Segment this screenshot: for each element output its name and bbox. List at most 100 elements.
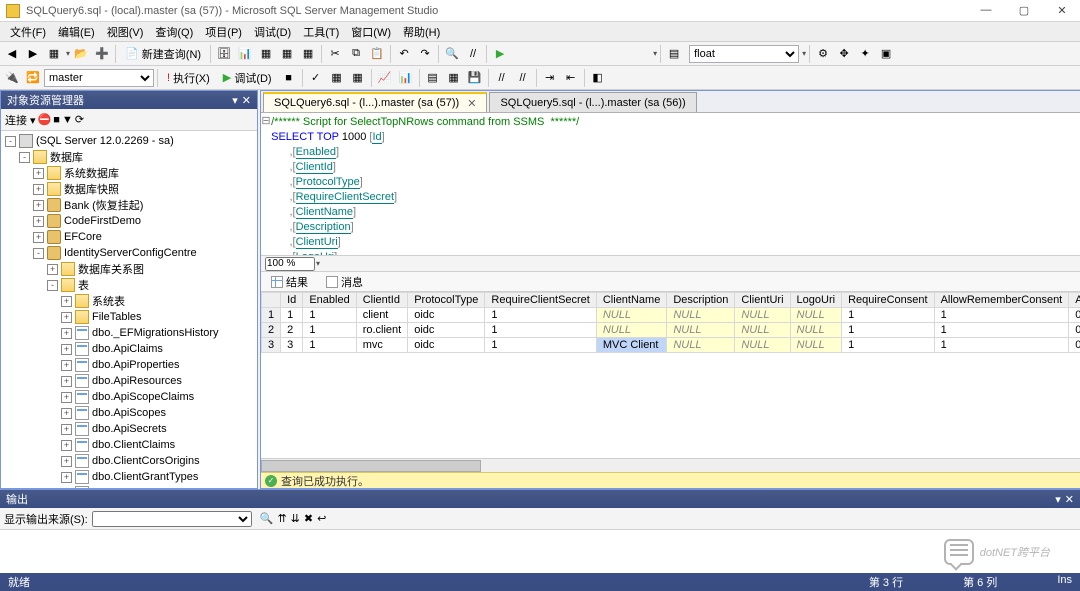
dmx-icon[interactable]: ▦ [277, 44, 297, 64]
col-header[interactable]: ClientUri [735, 293, 790, 308]
tab-close-icon[interactable]: ✕ [467, 97, 476, 110]
tree-table-8[interactable]: +dbo.ClientCorsOrigins [1, 453, 257, 469]
stop-icon[interactable]: ■ [53, 114, 60, 126]
redo-icon[interactable]: ↷ [415, 44, 435, 64]
tree-table-6[interactable]: +dbo.ApiSecrets [1, 421, 257, 437]
menu-view[interactable]: 视图(V) [101, 24, 150, 40]
tree-table-4[interactable]: +dbo.ApiScopeClaims [1, 389, 257, 405]
find-icon[interactable]: 🔍 [442, 44, 462, 64]
col-header[interactable]: RequireConsent [842, 293, 935, 308]
debug-button[interactable]: ▶ 调试(D) [217, 68, 278, 88]
new-query-button[interactable]: 📄 新建查询(N) [119, 44, 207, 64]
tab-messages[interactable]: 消息 [320, 273, 369, 291]
analysis-icon[interactable]: 📊 [235, 44, 255, 64]
tree-system-databases[interactable]: +系统数据库 [1, 165, 257, 181]
cut-icon[interactable]: ✂ [325, 44, 345, 64]
cmt-sel-icon[interactable]: // [492, 68, 512, 88]
connect-button[interactable]: 连接 ▾ [5, 112, 36, 128]
copy-icon[interactable]: ⧉ [346, 44, 366, 64]
tree-databases[interactable]: -数据库 [1, 149, 257, 165]
output-prev-icon[interactable]: ⇈ [277, 512, 286, 525]
specify-icon[interactable]: ◧ [588, 68, 608, 88]
intelli-icon[interactable]: ▦ [348, 68, 368, 88]
tree-filetables[interactable]: +FileTables [1, 309, 257, 325]
menu-window[interactable]: 窗口(W) [345, 24, 397, 40]
layout-icon[interactable]: ▤ [664, 44, 684, 64]
zoom-input[interactable] [265, 257, 315, 271]
tree-table-5[interactable]: +dbo.ApiScopes [1, 405, 257, 421]
menu-help[interactable]: 帮助(H) [397, 24, 446, 40]
menu-debug[interactable]: 调试(D) [248, 24, 297, 40]
outline-collapse-icon[interactable]: ⊟ [261, 115, 271, 130]
menu-project[interactable]: 项目(P) [199, 24, 248, 40]
xmla-icon[interactable]: ▦ [298, 44, 318, 64]
x-icon[interactable]: ✦ [855, 44, 875, 64]
panel-close-icon[interactable]: ✕ [242, 94, 251, 107]
grid-h-scrollbar[interactable] [261, 458, 1080, 472]
tab-sqlquery6[interactable]: SQLQuery6.sql - (l...).master (sa (57))✕ [263, 92, 487, 112]
output-body[interactable] [0, 530, 1080, 577]
refresh-icon[interactable]: ⟳ [75, 113, 84, 126]
col-header[interactable]: ClientName [596, 293, 666, 308]
outdent-icon[interactable]: ⇤ [561, 68, 581, 88]
client-stats-icon[interactable]: 📊 [396, 68, 416, 88]
help-icon[interactable]: ✥ [834, 44, 854, 64]
pin-icon[interactable]: ▾ [1055, 493, 1061, 506]
tree-db-codefirst[interactable]: +CodeFirstDemo [1, 213, 257, 229]
stop-icon[interactable]: ■ [279, 68, 299, 88]
comment-icon[interactable]: // [463, 44, 483, 64]
mdx-icon[interactable]: ▦ [256, 44, 276, 64]
output-clear-icon[interactable]: ✖ [304, 512, 313, 525]
tree-table-0[interactable]: +dbo._EFMigrationsHistory [1, 325, 257, 341]
menu-query[interactable]: 查询(Q) [149, 24, 199, 40]
sql-editor[interactable]: ⊟ /****** Script for SelectTopNRows comm… [261, 113, 1080, 255]
table-row[interactable]: 331mvcoidc1MVC ClientNULLNULLNULL110000 [262, 338, 1080, 353]
col-header[interactable]: LogoUri [790, 293, 842, 308]
results-grid-icon[interactable]: ▦ [444, 68, 464, 88]
menu-file[interactable]: 文件(F) [4, 24, 52, 40]
output-next-icon[interactable]: ⇊ [291, 512, 300, 525]
indent-icon[interactable]: ⇥ [540, 68, 560, 88]
results-grid[interactable]: IdEnabledClientIdProtocolTypeRequireClie… [261, 291, 1080, 458]
table-row[interactable]: 111clientoidc1NULLNULLNULLNULL110000 [262, 308, 1080, 323]
col-header[interactable]: Description [667, 293, 735, 308]
tree-table-7[interactable]: +dbo.ClientClaims [1, 437, 257, 453]
connect-icon[interactable]: 🔌 [2, 68, 22, 88]
tree-table-2[interactable]: +dbo.ApiProperties [1, 357, 257, 373]
col-header[interactable]: AlwaysIncludeUserClaimsInIdToken [1069, 293, 1080, 308]
results-file-icon[interactable]: 💾 [465, 68, 485, 88]
tree-snapshots[interactable]: +数据库快照 [1, 181, 257, 197]
forward-icon[interactable]: ▶ [23, 44, 43, 64]
plan-icon[interactable]: ▦ [327, 68, 347, 88]
new-project-icon[interactable]: ▦ [44, 44, 64, 64]
tab-sqlquery5[interactable]: SQLQuery5.sql - (l...).master (sa (56)) [489, 92, 696, 112]
parse-icon[interactable]: ✓ [306, 68, 326, 88]
output-source-dropdown[interactable] [92, 511, 252, 527]
pin-icon[interactable]: ▾ [232, 94, 238, 107]
execute-button[interactable]: ! 执行(X) [161, 68, 216, 88]
tree-tables[interactable]: -表 [1, 277, 257, 293]
tree-table-10[interactable]: +dbo.ClientIdPRestrictions [1, 485, 257, 488]
maximize-icon[interactable]: ▢ [1012, 4, 1036, 17]
back-icon[interactable]: ◀ [2, 44, 22, 64]
filter-icon[interactable]: ▼ [62, 114, 73, 126]
col-header[interactable]: Id [281, 293, 303, 308]
col-header[interactable]: AllowRememberConsent [934, 293, 1069, 308]
col-header[interactable]: ClientId [356, 293, 408, 308]
include-stats-icon[interactable]: 📈 [375, 68, 395, 88]
tree-db-efcore[interactable]: +EFCore [1, 229, 257, 245]
tab-results[interactable]: 结果 [265, 273, 314, 291]
object-tree[interactable]: -(SQL Server 12.0.2269 - sa)-数据库+系统数据库+数… [1, 131, 257, 488]
tree-server[interactable]: -(SQL Server 12.0.2269 - sa) [1, 133, 257, 149]
panel-close-icon[interactable]: ✕ [1065, 493, 1074, 506]
table-row[interactable]: 221ro.clientoidc1NULLNULLNULLNULL110000 [262, 323, 1080, 338]
add-icon[interactable]: ➕ [92, 44, 112, 64]
output-find-icon[interactable]: 🔍 [260, 512, 274, 525]
col-header[interactable]: RequireClientSecret [485, 293, 596, 308]
tree-table-9[interactable]: +dbo.ClientGrantTypes [1, 469, 257, 485]
tree-db-idcentre[interactable]: -IdentityServerConfigCentre [1, 245, 257, 261]
opts-icon[interactable]: ⚙ [813, 44, 833, 64]
y-icon[interactable]: ▣ [876, 44, 896, 64]
close-icon[interactable]: ✕ [1050, 4, 1074, 17]
col-header[interactable]: ProtocolType [408, 293, 485, 308]
